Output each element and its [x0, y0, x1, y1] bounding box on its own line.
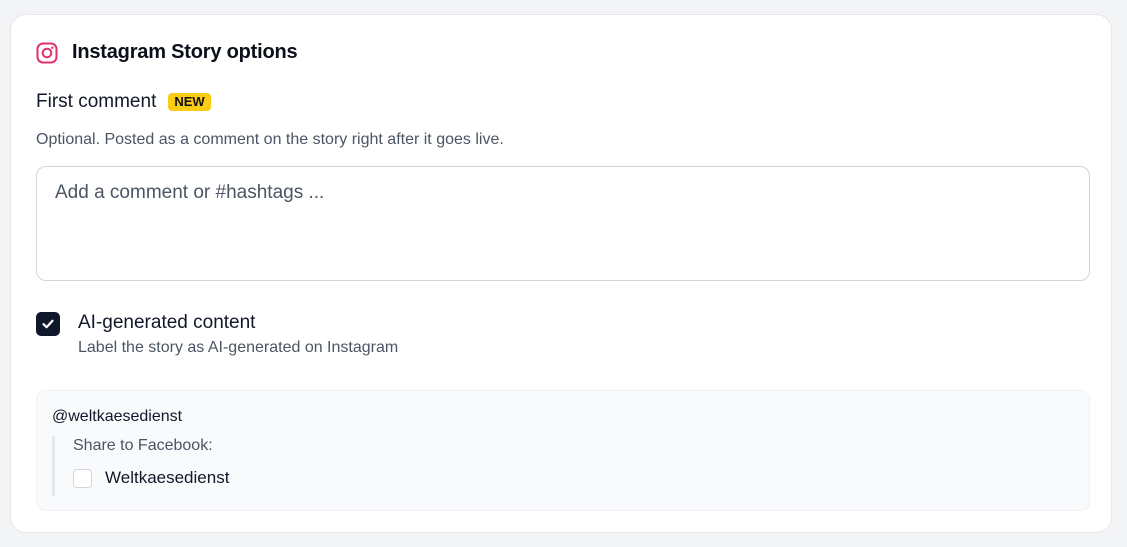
account-share-panel: @weltkaesedienst Share to Facebook: Welt… — [36, 390, 1090, 511]
first-comment-header: First comment NEW — [36, 91, 211, 113]
ai-generated-text: AI-generated content Label the story as … — [78, 311, 398, 357]
ai-generated-checkbox[interactable] — [36, 312, 60, 336]
ai-generated-option: AI-generated content Label the story as … — [36, 311, 398, 357]
ai-generated-title[interactable]: AI-generated content — [78, 311, 398, 335]
facebook-page-option[interactable]: Weltkaesedienst — [73, 468, 229, 488]
first-comment-input[interactable] — [36, 166, 1090, 281]
share-to-facebook-section: Share to Facebook: Weltkaesedienst — [52, 436, 229, 496]
first-comment-label: First comment — [36, 91, 157, 112]
share-to-facebook-label: Share to Facebook: — [73, 437, 213, 454]
facebook-page-name[interactable]: Weltkaesedienst — [105, 468, 229, 488]
instagram-story-options-card: Instagram Story options First comment NE… — [10, 14, 1112, 533]
instagram-icon — [36, 42, 58, 64]
facebook-page-checkbox[interactable] — [73, 468, 92, 488]
section-header: Instagram Story options — [36, 41, 298, 64]
account-handle: @weltkaesedienst — [52, 408, 183, 425]
ai-generated-description: Label the story as AI-generated on Insta… — [78, 339, 399, 356]
first-comment-help-text: Optional. Posted as a comment on the sto… — [36, 131, 504, 148]
checkmark-icon — [42, 319, 54, 329]
new-badge: NEW — [168, 93, 211, 111]
section-title: Instagram Story options — [72, 41, 298, 63]
